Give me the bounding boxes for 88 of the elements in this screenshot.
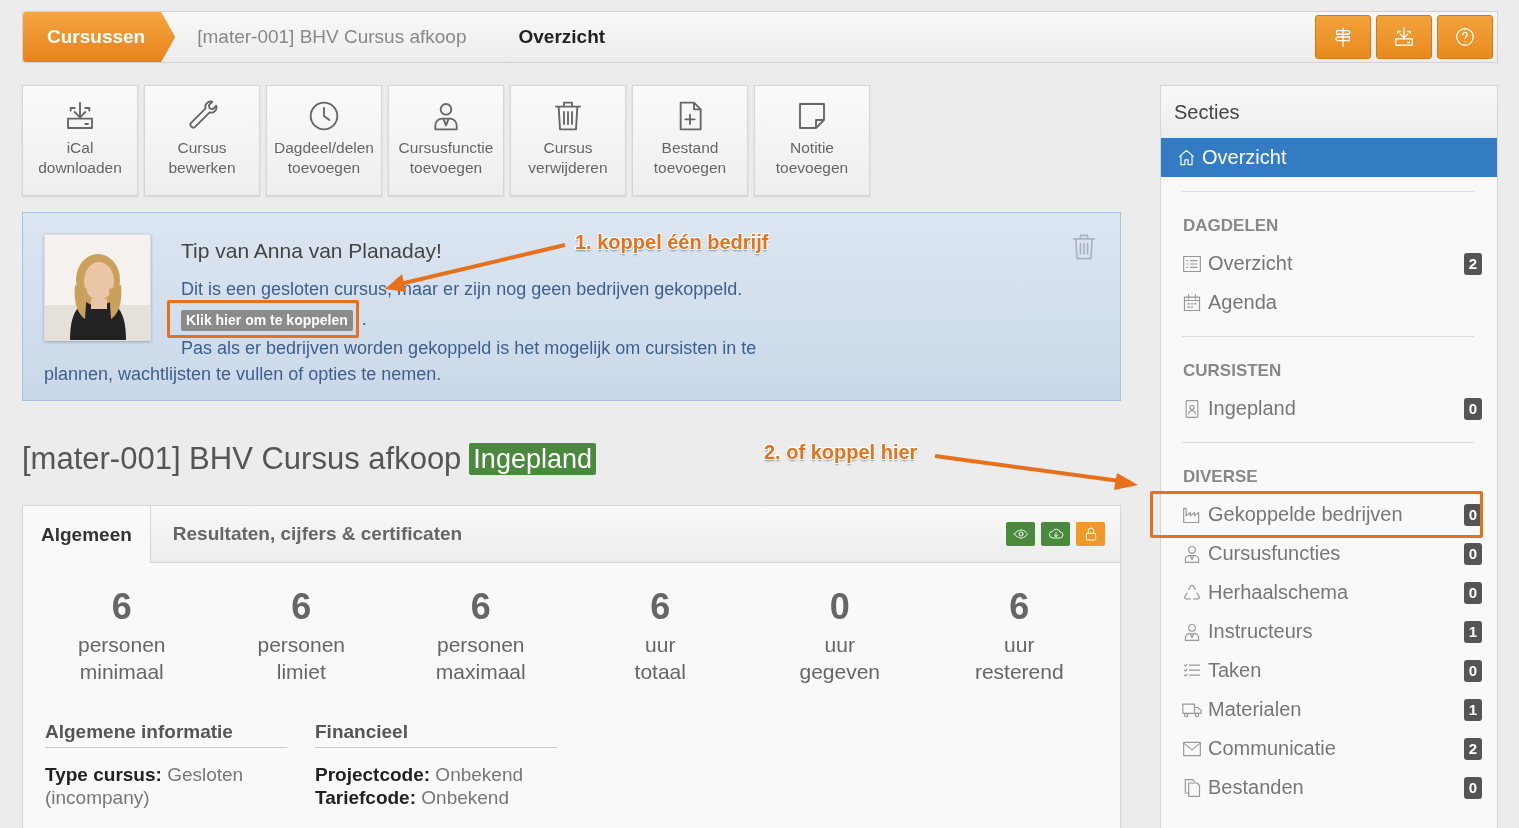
- sidebar-item[interactable]: Overzicht: [1161, 138, 1497, 177]
- annotation-label: 2. of koppel hier: [764, 441, 918, 464]
- sidebar-item[interactable]: Ingepland: [1208, 397, 1458, 420]
- info-text: Projectcode: Onbekend: [315, 763, 525, 786]
- wrench-icon: [186, 100, 218, 132]
- help-icon: [1454, 26, 1476, 48]
- signpost-button[interactable]: [1315, 15, 1371, 59]
- action-tile[interactable]: Dagdeel/delen toevoegen: [266, 85, 382, 196]
- count-badge: 0: [1463, 776, 1482, 799]
- tip-text: .: [361, 308, 367, 331]
- action-tile[interactable]: Cursus bewerken: [144, 85, 260, 196]
- files-icon: [1182, 777, 1202, 798]
- count-badge: 0: [1463, 397, 1482, 420]
- sidebar-item[interactable]: Cursusfuncties: [1208, 542, 1458, 565]
- person-icon: [1182, 621, 1202, 642]
- view-button[interactable]: [1006, 522, 1035, 546]
- sidebar-item[interactable]: Bestanden: [1208, 776, 1458, 799]
- stat-label: gegeven: [799, 659, 881, 685]
- action-tile[interactable]: Cursusfunctie toevoegen: [388, 85, 504, 196]
- stat-unit: personen: [257, 632, 346, 658]
- action-tile[interactable]: Bestand toevoegen: [632, 85, 748, 196]
- clock-icon: [308, 100, 340, 132]
- stat-label: resterend: [974, 659, 1064, 685]
- sidebar-item[interactable]: Materialen: [1208, 698, 1458, 721]
- trash-icon: [552, 100, 584, 132]
- action-tile[interactable]: Notitie toevoegen: [754, 85, 870, 196]
- action-tile[interactable]: iCal downloaden: [22, 85, 138, 196]
- stat-label: limiet: [276, 659, 326, 685]
- stat-label: minimaal: [79, 659, 164, 685]
- calendar-icon: [1182, 292, 1202, 313]
- sidebar-item[interactable]: Gekoppelde bedrijven: [1208, 503, 1458, 526]
- section-heading: Algemene informatie: [45, 721, 287, 748]
- annotation-label: 1. koppel één bedrijf: [575, 231, 769, 254]
- signpost-icon: [1332, 26, 1354, 48]
- stat-value: 6: [1009, 585, 1030, 629]
- stat-value: 0: [829, 585, 850, 629]
- stat-unit: uur: [1004, 632, 1035, 658]
- sidebar-item[interactable]: Taken: [1208, 659, 1458, 682]
- breadcrumb-link[interactable]: Cursussen: [23, 12, 176, 62]
- stat-label: maximaal: [435, 659, 526, 685]
- sidebar-item[interactable]: Communicatie: [1208, 737, 1458, 760]
- cloud-download-button[interactable]: [1041, 522, 1070, 546]
- stat-value: 6: [291, 585, 312, 629]
- list-icon: [1182, 253, 1202, 274]
- stat-value: 6: [650, 585, 671, 629]
- group-heading: DAGDELEN: [1183, 216, 1280, 236]
- download-icon: [1393, 26, 1415, 48]
- tab[interactable]: Resultaten, cijfers & certificaten: [150, 506, 485, 562]
- sidebar-item[interactable]: Herhaalschema: [1208, 581, 1458, 604]
- sidebar-item[interactable]: Overzicht: [1208, 252, 1458, 275]
- tip-text: Pas als er bedrijven worden gekoppeld is het mogelijk om cursisten in te plannen, wachtlijsten te vullen of opties te nemen.: [44, 337, 758, 386]
- trash-icon[interactable]: [1070, 233, 1098, 261]
- link-button[interactable]: Klik hier om te koppelen: [181, 310, 353, 331]
- count-badge: 1: [1463, 698, 1482, 721]
- count-badge: 0: [1463, 581, 1482, 604]
- sidebar-item[interactable]: Instructeurs: [1208, 620, 1458, 643]
- stat-unit: uur: [824, 632, 855, 658]
- count-badge: 0: [1463, 542, 1482, 565]
- info-text: Tariefcode: Onbekend: [315, 786, 510, 809]
- count-badge: 2: [1463, 737, 1482, 760]
- tip-title: Tip van Anna van Planaday!: [181, 238, 442, 264]
- stat-label: totaal: [634, 659, 686, 685]
- stat-value: 6: [111, 585, 132, 629]
- sidebar-item[interactable]: Agenda: [1208, 291, 1474, 314]
- status-badge: Ingepland: [469, 443, 596, 475]
- course-title: [mater-001] BHV Cursus afkoop: [22, 441, 462, 477]
- note-icon: [796, 100, 828, 132]
- help-button[interactable]: [1437, 15, 1493, 59]
- eye-icon: [1012, 526, 1029, 542]
- count-badge: 0: [1463, 659, 1482, 682]
- download-button[interactable]: [1376, 15, 1432, 59]
- stat-value: 6: [470, 585, 491, 629]
- stat-unit: personen: [77, 632, 166, 658]
- lock-button[interactable]: [1076, 522, 1105, 546]
- group-heading: CURSISTEN: [1183, 361, 1283, 381]
- download-icon: [64, 100, 96, 132]
- action-tile[interactable]: Cursus verwijderen: [510, 85, 626, 196]
- count-badge: 2: [1463, 252, 1482, 275]
- person-icon: [1182, 543, 1202, 564]
- stat-unit: uur: [645, 632, 676, 658]
- section-heading: Financieel: [315, 721, 557, 748]
- cloud-download-icon: [1047, 526, 1064, 542]
- home-icon: [1177, 148, 1196, 167]
- info-text: Type cursus: Gesloten (incompany): [45, 763, 245, 809]
- group-heading: DIVERSE: [1183, 467, 1259, 487]
- stat-unit: personen: [436, 632, 525, 658]
- tab[interactable]: Algemeen: [23, 506, 151, 563]
- count-badge: 1: [1463, 620, 1482, 643]
